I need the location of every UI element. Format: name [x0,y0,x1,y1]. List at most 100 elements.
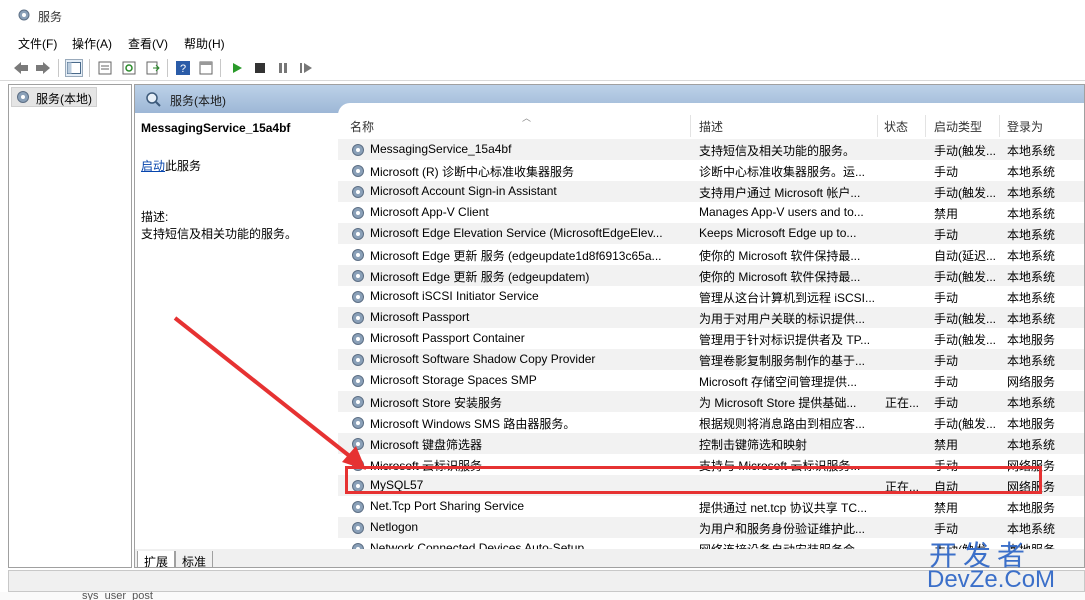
table-row[interactable]: Microsoft Edge Elevation Service (Micros… [338,223,1084,244]
service-description: 管理用于针对标识提供者及 TP... [699,333,871,347]
service-description: 管理卷影复制服务制作的基于... [699,354,866,368]
gear-icon [352,186,364,198]
stop-icon[interactable] [251,59,269,77]
service-description: Microsoft 存储空间管理提供... [699,375,858,389]
title-bar: 服务 [0,0,1085,30]
window-title: 服务 [38,10,63,24]
toolbar-separator [58,59,59,77]
service-name: Microsoft Store 安装服务 [370,396,503,410]
menu-file[interactable]: 文件(F) [18,35,57,52]
play-icon[interactable] [228,59,246,77]
main-header-title: 服务(本地) [170,94,226,108]
start-service-link[interactable]: 启动 [141,159,165,173]
help-icon[interactable]: ? [174,59,192,77]
menu-view[interactable]: 查看(V) [128,35,168,52]
service-description: 管理从这台计算机到远程 iSCSI... [699,291,875,305]
export-icon[interactable] [144,59,162,77]
table-row[interactable]: Microsoft App-V Client Manages App-V user… [338,202,1084,223]
column-header-startup-type[interactable]: 启动类型 [928,115,1000,137]
tab-extended[interactable]: 扩展 [137,551,176,567]
gear-icon [352,417,364,429]
gear-icon [352,438,364,450]
service-description: 提供通过 net.tcp 协议共享 TC... [699,501,868,515]
service-startup-type: 手动(触发... [934,270,996,284]
column-header-logon[interactable]: 登录为 [1001,115,1071,137]
service-logon: 本地系统 [1007,438,1056,452]
table-row[interactable]: Microsoft Windows SMS 路由器服务。 根据规则将消息路由到相应… [338,412,1084,433]
table-row[interactable]: Microsoft Store 安装服务 为 Microsoft Store 提供… [338,391,1084,412]
gear-icon [352,144,364,156]
service-name: Microsoft Windows SMS 路由器服务。 [370,417,576,431]
view-icon[interactable] [197,59,215,77]
pause-icon[interactable] [274,59,292,77]
gear-icon [352,270,364,282]
table-row[interactable]: Net.Tcp Port Sharing Service 提供通过 net.tcp… [338,496,1084,517]
service-logon: 本地系统 [1007,270,1056,284]
background-window-text: sys_user_post [82,590,153,600]
toolbar-separator [220,59,221,77]
service-startup-type: 手动 [934,396,959,410]
service-startup-type: 手动(触发... [934,144,996,158]
main-panel: 服务(本地) MessagingService_15a4bf 启动此服务 描述:… [134,84,1085,568]
taskbar-strip [0,592,1085,600]
table-row[interactable]: Microsoft Edge 更新 服务 (edgeupdate1d8f6913… [338,244,1084,265]
service-description: 使你的 Microsoft 软件保持最... [699,249,861,263]
restart-icon[interactable] [297,59,315,77]
table-row[interactable]: Microsoft Software Shadow Copy Provider 管… [338,349,1084,370]
service-description: Keeps Microsoft Edge up to... [699,226,857,240]
table-row[interactable]: Microsoft 键盘筛选器 控制击键筛选和映射 禁用 本地系统 [338,433,1084,454]
service-name: Microsoft (R) 诊断中心标准收集器服务 [370,165,575,179]
service-startup-type: 手动(触发... [934,333,996,347]
service-name: Microsoft Passport [370,310,470,324]
watermark-logo: 开发者 DevZe.CoM [925,534,1075,594]
service-logon: 网络服务 [1007,375,1056,389]
forward-icon[interactable] [34,59,52,77]
service-name: Microsoft Edge Elevation Service (Micros… [370,226,663,240]
service-name: Microsoft Edge 更新 服务 (edgeupdatem) [370,270,590,284]
gear-icon [352,396,364,408]
table-row[interactable]: MessagingService_15a4bf 支持短信及相关功能的服务。 手动(触… [338,139,1084,160]
service-logon: 本地系统 [1007,249,1056,263]
table-row[interactable]: Microsoft Passport 为用于对用户关联的标识提供... 手动(触发.… [338,307,1084,328]
service-startup-type: 手动(触发... [934,417,996,431]
tab-standard[interactable]: 标准 [175,551,214,567]
refresh-icon[interactable] [120,59,138,77]
gear-icon [352,333,364,345]
menu-action[interactable]: 操作(A) [72,35,112,52]
table-row[interactable]: Microsoft iSCSI Initiator Service 管理从这台计算… [338,286,1084,307]
service-logon: 本地系统 [1007,228,1056,242]
console-tree-icon[interactable] [65,59,83,77]
column-header-name[interactable]: 名称 ︿ [344,113,691,137]
table-row[interactable]: Microsoft Storage Spaces SMP Microsoft 存储… [338,370,1084,391]
properties-icon[interactable] [96,59,114,77]
column-header-description[interactable]: 描述 [693,115,878,137]
table-row[interactable]: Microsoft Passport Container 管理用于针对标识提供者及… [338,328,1084,349]
back-icon[interactable] [12,59,30,77]
table-row[interactable]: Microsoft (R) 诊断中心标准收集器服务 诊断中心标准收集器服务。运..… [338,160,1084,181]
gear-icon [18,9,30,21]
description-text: 支持短信及相关功能的服务。 [141,227,298,241]
service-description: 诊断中心标准收集器服务。运... [699,165,866,179]
gear-icon [17,91,29,103]
service-logon: 本地系统 [1007,354,1056,368]
service-description: 控制击键筛选和映射 [699,438,808,452]
service-name: MessagingService_15a4bf [370,142,512,156]
gear-icon [352,501,364,513]
service-name: Microsoft 键盘筛选器 [370,438,483,452]
service-startup-type: 自动(延迟... [934,249,996,263]
menu-help[interactable]: 帮助(H) [184,35,225,52]
gear-icon [352,354,364,366]
service-description: 根据规则将消息路由到相应客... [699,417,866,431]
table-row[interactable]: Microsoft Edge 更新 服务 (edgeupdatem) 使你的 Mi… [338,265,1084,286]
service-startup-type: 手动 [934,291,959,305]
table-row[interactable]: Microsoft Account Sign-in Assistant 支持用户通… [338,181,1084,202]
column-headers: 名称 ︿ 描述 状态 启动类型 登录为 [338,113,1084,137]
service-startup-type: 手动 [934,354,959,368]
service-name: Microsoft Software Shadow Copy Provider [370,352,596,366]
service-logon: 本地系统 [1007,291,1056,305]
column-header-status[interactable]: 状态 [878,115,926,137]
tree-item-services-local[interactable]: 服务(本地) [11,87,97,107]
service-logon: 本地服务 [1007,333,1056,347]
service-logon: 本地系统 [1007,396,1056,410]
gear-icon [352,228,364,240]
